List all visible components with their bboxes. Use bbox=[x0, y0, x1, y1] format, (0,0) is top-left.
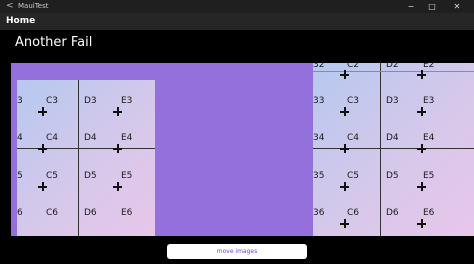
tile-label: E3 bbox=[121, 96, 133, 106]
tile-label: E6 bbox=[423, 208, 435, 218]
tile-label: C4 bbox=[347, 133, 360, 143]
crosshair-icon bbox=[340, 182, 349, 191]
tile-label: D6 bbox=[84, 208, 97, 218]
crosshair-icon bbox=[38, 144, 47, 153]
tile-label: E2 bbox=[423, 63, 435, 70]
tile-label: E6 bbox=[121, 208, 133, 218]
crosshair-icon bbox=[340, 219, 349, 228]
crosshair-icon bbox=[417, 70, 426, 79]
page-title: Another Fail bbox=[15, 35, 93, 50]
grid-line bbox=[78, 80, 79, 236]
crosshair-icon bbox=[113, 107, 122, 116]
tile-label: D4 bbox=[386, 133, 399, 143]
tile-label: 4 bbox=[17, 133, 23, 143]
crosshair-icon bbox=[38, 107, 47, 116]
window-title: MauiTest bbox=[18, 2, 49, 10]
tile-label: C3 bbox=[347, 96, 360, 106]
tile-label: C4 bbox=[46, 133, 59, 143]
grid-line bbox=[380, 63, 381, 236]
minimize-icon[interactable]: − bbox=[404, 0, 418, 13]
tile-label: 32 bbox=[313, 63, 325, 70]
tile-label: 36 bbox=[313, 208, 325, 218]
tile-label: D5 bbox=[84, 171, 97, 181]
tile-label: C6 bbox=[46, 208, 59, 218]
tile-label: D3 bbox=[84, 96, 97, 106]
tile-label: E3 bbox=[423, 96, 435, 106]
navigation-bar: Home bbox=[0, 13, 474, 30]
tile-label: C3 bbox=[46, 96, 59, 106]
crosshair-icon bbox=[38, 182, 47, 191]
crosshair-icon bbox=[417, 107, 426, 116]
right-tiled-image[interactable]: 32 C2 D2 E2 33 C3 D3 E3 34 C4 D4 E4 35 C… bbox=[313, 63, 474, 236]
crosshair-icon bbox=[340, 144, 349, 153]
back-arrow-icon[interactable]: < bbox=[6, 1, 14, 12]
tile-label: 33 bbox=[313, 96, 325, 106]
tile-label: D3 bbox=[386, 96, 399, 106]
tile-label: E4 bbox=[423, 133, 435, 143]
crosshair-icon bbox=[417, 144, 426, 153]
crosshair-icon bbox=[113, 182, 122, 191]
tile-label: D6 bbox=[386, 208, 399, 218]
crosshair-icon bbox=[340, 107, 349, 116]
tile-label: C5 bbox=[347, 171, 360, 181]
tile-label: 35 bbox=[313, 171, 325, 181]
tile-label: E4 bbox=[121, 133, 133, 143]
tile-label: C5 bbox=[46, 171, 59, 181]
tile-label: E5 bbox=[121, 171, 133, 181]
tile-label: 6 bbox=[17, 208, 23, 218]
crosshair-icon bbox=[417, 219, 426, 228]
tile-label: D2 bbox=[386, 63, 399, 70]
tile-label: D5 bbox=[386, 171, 399, 181]
image-stage: 3 C3 D3 E3 4 C4 D4 E4 5 C5 D5 E5 6 C6 D6… bbox=[11, 63, 474, 236]
tile-label: D4 bbox=[84, 133, 97, 143]
tile-label: 34 bbox=[313, 133, 325, 143]
title-bar: < MauiTest − □ ✕ bbox=[0, 0, 474, 13]
nav-title: Home bbox=[6, 16, 36, 26]
close-icon[interactable]: ✕ bbox=[450, 0, 464, 13]
tile-label: C2 bbox=[347, 63, 360, 70]
grid-line bbox=[313, 148, 474, 149]
tile-label: E5 bbox=[423, 171, 435, 181]
left-tiled-image[interactable]: 3 C3 D3 E3 4 C4 D4 E4 5 C5 D5 E5 6 C6 D6… bbox=[17, 80, 155, 236]
crosshair-icon bbox=[417, 182, 426, 191]
tile-label: 3 bbox=[17, 96, 23, 106]
crosshair-icon bbox=[340, 70, 349, 79]
tile-label: C6 bbox=[347, 208, 360, 218]
move-images-button[interactable]: move images bbox=[167, 244, 307, 259]
crosshair-icon bbox=[113, 144, 122, 153]
maximize-icon[interactable]: □ bbox=[425, 0, 439, 13]
grid-line bbox=[313, 71, 474, 72]
tile-label: 5 bbox=[17, 171, 23, 181]
